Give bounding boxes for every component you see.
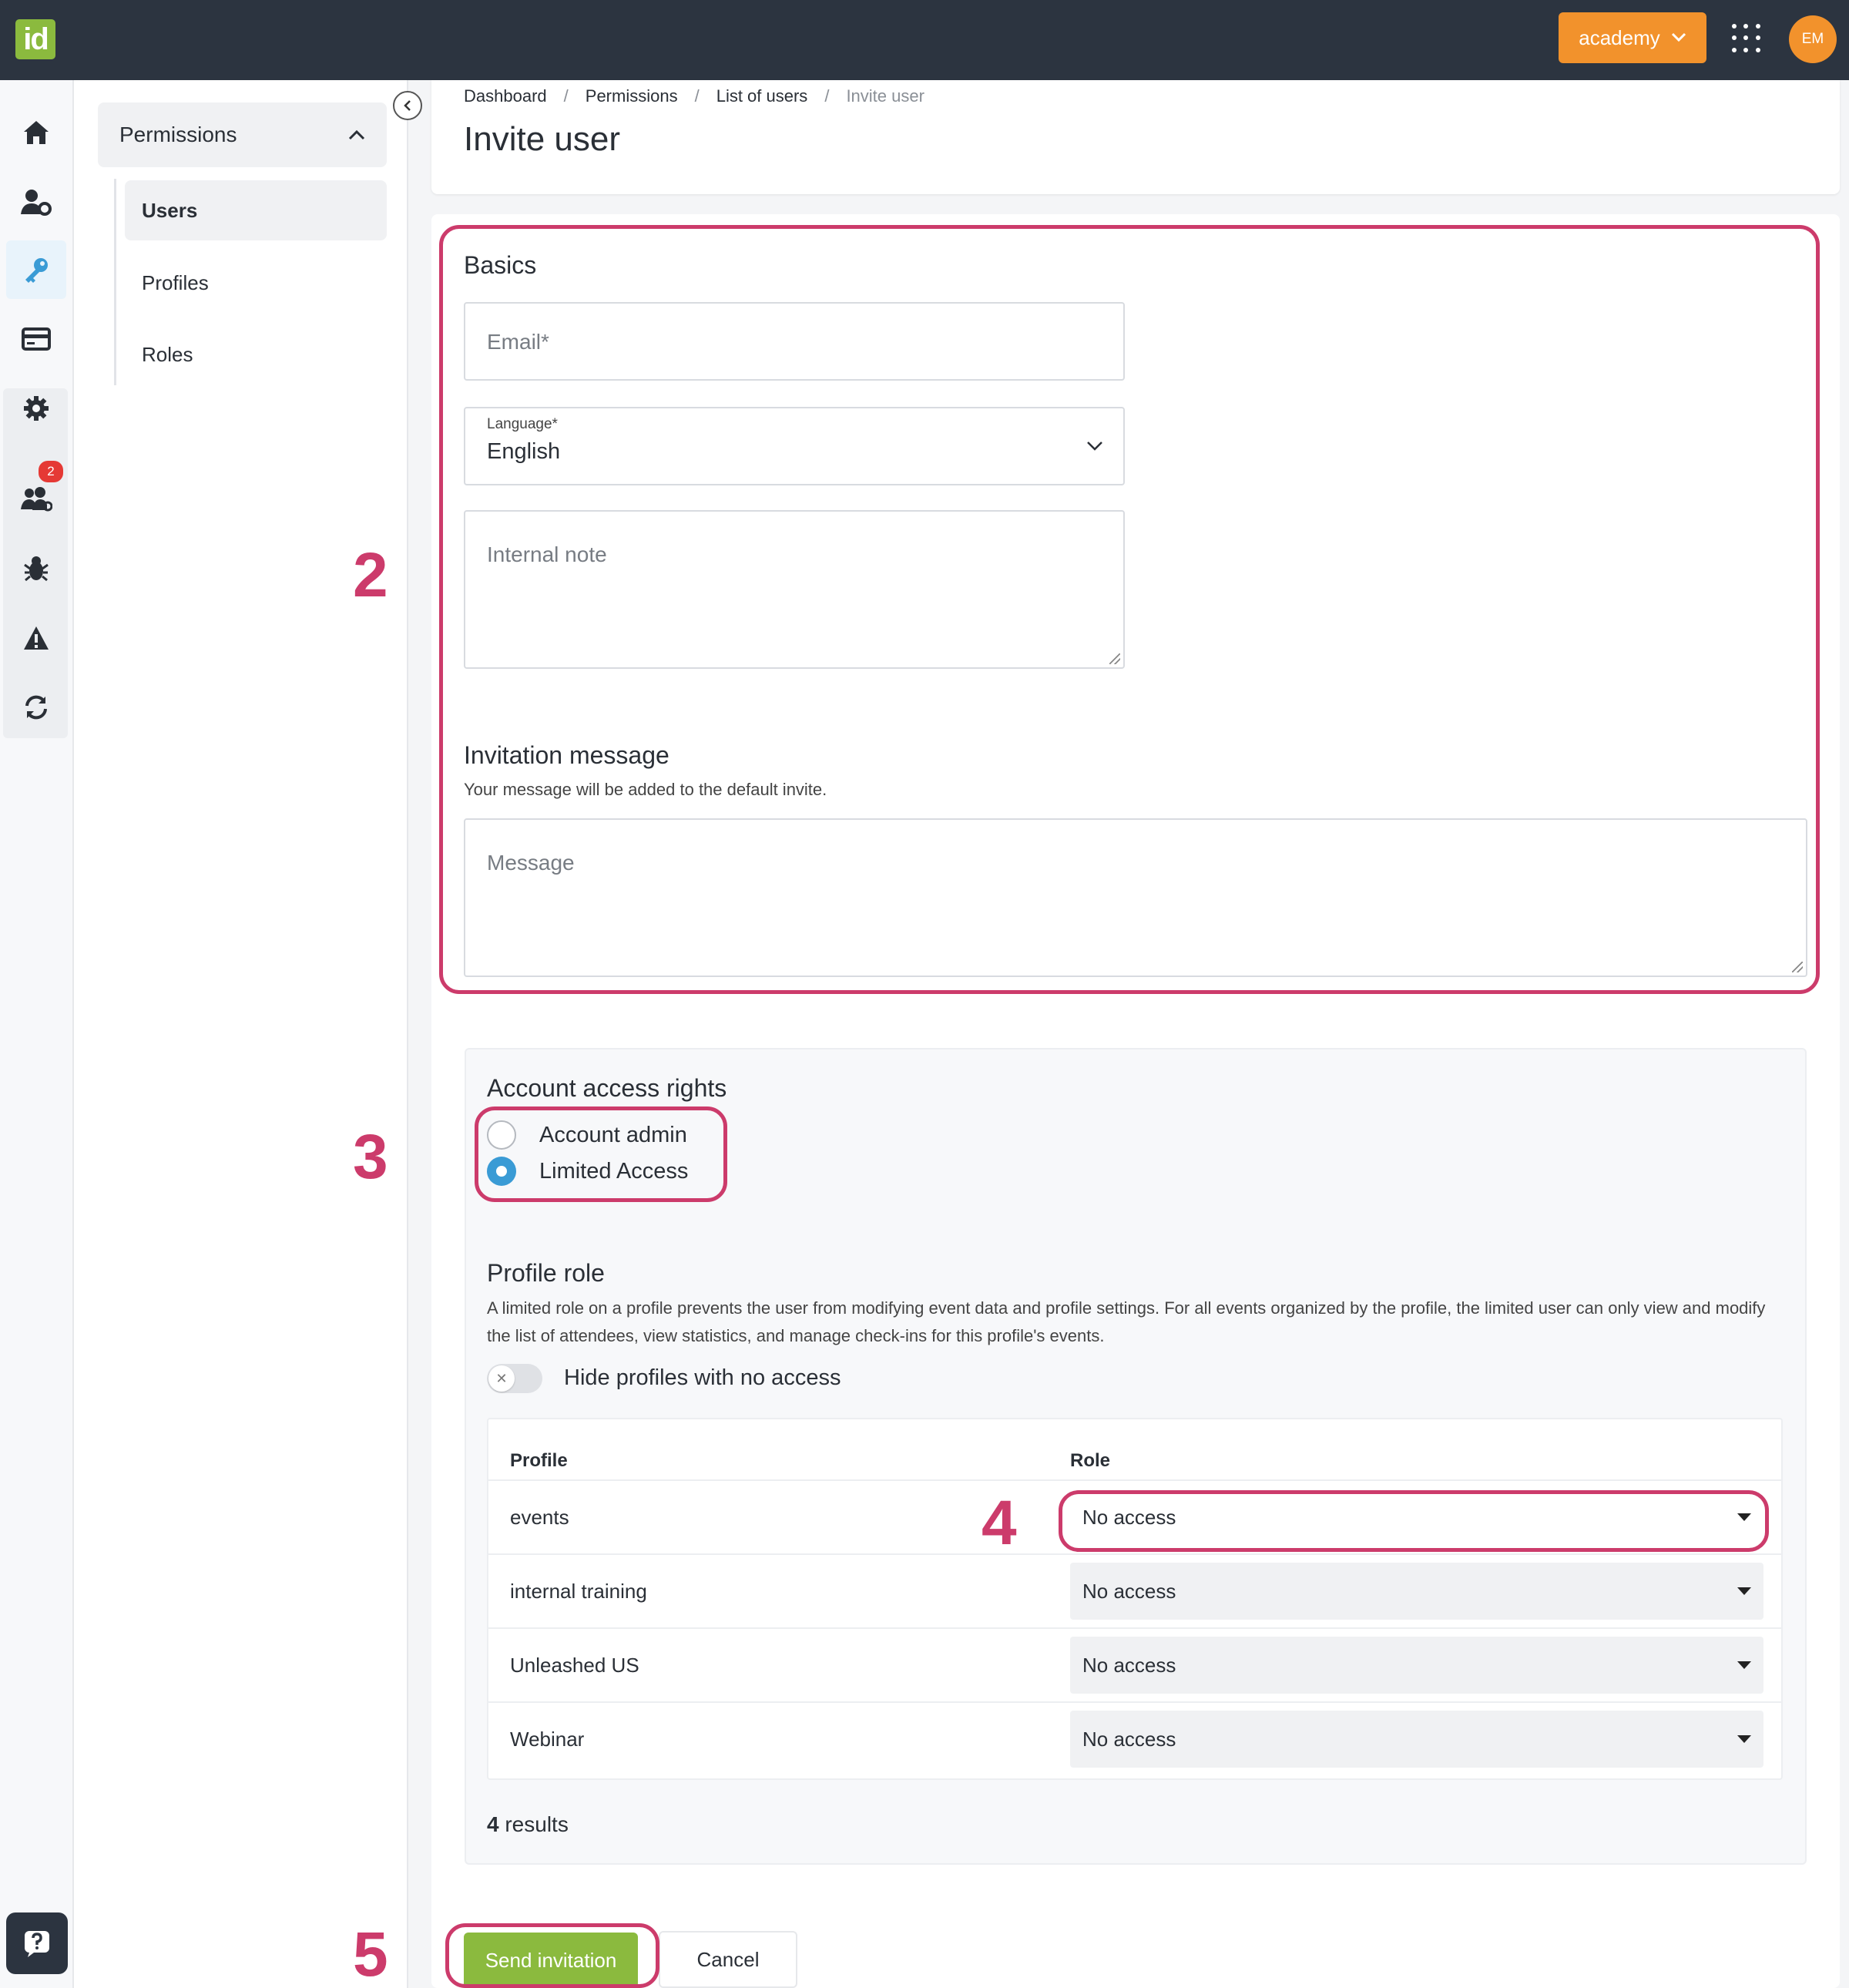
rail-permissions-button[interactable]	[6, 240, 66, 299]
users-icon	[21, 487, 52, 512]
sidebar-item-label: Profiles	[142, 270, 209, 294]
breadcrumb-separator: /	[694, 86, 700, 106]
caret-down-icon	[1737, 1587, 1751, 1595]
top-bar: id academy EM	[0, 0, 1849, 80]
profile-name: internal training	[510, 1580, 647, 1603]
rail-settings-button[interactable]	[6, 379, 66, 438]
rail-sync-button[interactable]	[6, 678, 66, 737]
sidebar-section-title: Permissions	[119, 123, 237, 146]
sidebar-item-users[interactable]: Users	[125, 180, 387, 240]
rail-user-settings-button[interactable]	[6, 173, 66, 231]
annotation-box-basics	[439, 225, 1820, 994]
profile-role-table: Profile Role events No access internal t…	[487, 1418, 1783, 1780]
results-number: 4	[487, 1812, 499, 1836]
breadcrumb-dashboard[interactable]: Dashboard	[464, 86, 547, 106]
breadcrumb-permissions[interactable]: Permissions	[586, 86, 678, 106]
hide-no-access-toggle[interactable]: ✕	[487, 1364, 542, 1393]
role-select[interactable]: No access	[1070, 1563, 1763, 1620]
chevron-up-icon	[348, 129, 365, 140]
breadcrumb: Dashboard / Permissions / List of users …	[464, 86, 924, 106]
user-settings-icon	[21, 190, 52, 216]
account-switcher-button[interactable]: academy	[1559, 12, 1706, 63]
sidebar-item-roles[interactable]: Roles	[125, 324, 387, 385]
annotation-box-send	[445, 1923, 659, 1988]
sidebar-item-label: Roles	[142, 342, 193, 366]
annotation-box-role	[1059, 1490, 1769, 1552]
results-label: results	[505, 1812, 569, 1836]
breadcrumb-separator: /	[563, 86, 569, 106]
annotation-number: 3	[353, 1122, 388, 1192]
sidebar-item-profiles[interactable]: Profiles	[125, 253, 387, 313]
app-grid-icon[interactable]	[1732, 24, 1761, 53]
table-row: Webinar No access	[488, 1701, 1781, 1775]
profile-role-title: Profile role	[487, 1259, 605, 1287]
role-select-value: No access	[1082, 1653, 1176, 1677]
profile-name: events	[510, 1506, 569, 1529]
profile-role-description: A limited role on a profile prevents the…	[487, 1298, 1766, 1345]
role-select-value: No access	[1082, 1727, 1176, 1751]
annotation-number: 5	[353, 1919, 388, 1988]
annotation-box-access	[475, 1106, 727, 1202]
rail-home-button[interactable]	[6, 103, 66, 162]
warning-icon	[24, 626, 49, 650]
app-logo[interactable]: id	[15, 19, 55, 59]
user-avatar[interactable]: EM	[1789, 15, 1837, 63]
toggle-off-icon: ✕	[488, 1365, 515, 1392]
home-icon	[24, 121, 49, 144]
bug-count-badge: 2	[39, 461, 63, 482]
rail-alerts-button[interactable]	[6, 609, 66, 667]
rail-billing-button[interactable]	[6, 310, 66, 368]
breadcrumb-current: Invite user	[846, 86, 924, 106]
key-icon	[25, 258, 48, 283]
column-header-profile: Profile	[510, 1450, 568, 1471]
profile-name: Webinar	[510, 1728, 585, 1751]
role-select[interactable]: No access	[1070, 1637, 1763, 1694]
help-chat-button[interactable]	[6, 1912, 68, 1974]
refresh-icon	[25, 695, 47, 720]
hide-no-access-label: Hide profiles with no access	[564, 1365, 841, 1390]
annotation-number: 2	[353, 540, 388, 610]
bug-icon	[24, 556, 49, 582]
sidebar-section-permissions[interactable]: Permissions	[98, 102, 387, 167]
cancel-button[interactable]: Cancel	[659, 1931, 797, 1988]
role-select-value: No access	[1082, 1579, 1176, 1603]
results-count: 4 results	[487, 1812, 569, 1837]
role-select[interactable]: No access	[1070, 1711, 1763, 1768]
sidebar-collapse-button[interactable]	[393, 91, 422, 120]
annotation-number: 4	[982, 1488, 1017, 1558]
chevron-left-icon	[404, 100, 411, 111]
profile-name: Unleashed US	[510, 1654, 639, 1677]
breadcrumb-separator: /	[824, 86, 830, 106]
caret-down-icon	[1737, 1735, 1751, 1743]
rail-bug-report-button[interactable]	[6, 539, 66, 598]
page-title: Invite user	[464, 120, 620, 158]
access-rights-title: Account access rights	[487, 1074, 727, 1102]
gear-icon	[24, 396, 49, 421]
credit-card-icon	[22, 327, 51, 351]
sidebar-item-label: Users	[142, 198, 198, 222]
help-chat-icon	[25, 1931, 49, 1957]
breadcrumb-list-of-users[interactable]: List of users	[716, 86, 808, 106]
caret-down-icon	[1737, 1661, 1751, 1669]
table-row: internal training No access	[488, 1553, 1781, 1627]
chevron-down-icon	[1671, 32, 1686, 42]
sidebar-tree-line	[114, 179, 116, 385]
page-header: Dashboard / Permissions / List of users …	[431, 80, 1840, 194]
column-header-role: Role	[1070, 1450, 1111, 1471]
account-switcher-label: academy	[1579, 25, 1660, 49]
table-row: Unleashed US No access	[488, 1627, 1781, 1701]
